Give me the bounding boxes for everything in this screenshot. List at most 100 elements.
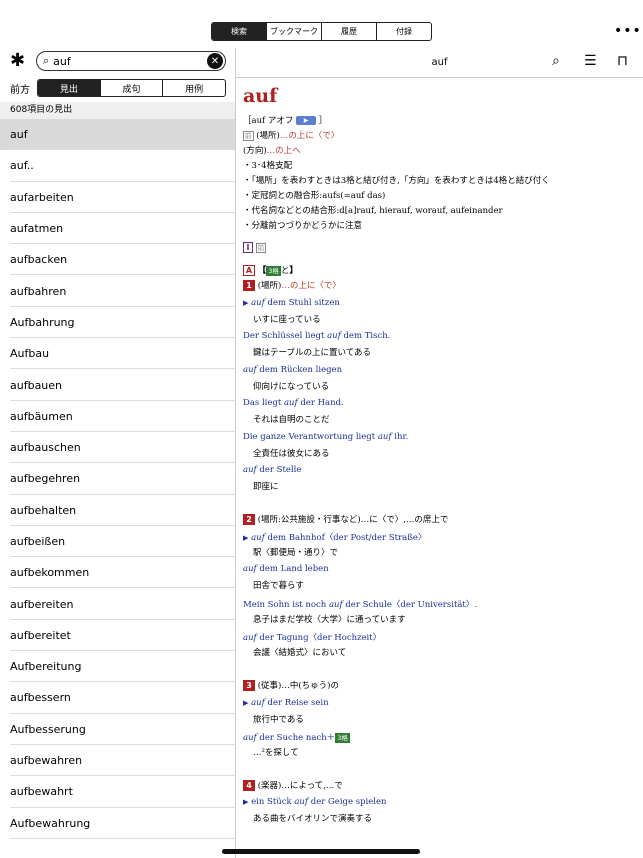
expand-triangle-icon[interactable]: ▶ bbox=[243, 798, 248, 806]
example-translation: 息子はまだ学校〈大学〉に通っています bbox=[253, 614, 406, 625]
list-item[interactable]: aufbereiten bbox=[0, 588, 235, 621]
tab-headwords[interactable]: 見出 bbox=[38, 80, 100, 96]
example-german[interactable]: auf der Stelle bbox=[243, 465, 301, 475]
example-german[interactable]: ▶ ein Stück auf der Geige spielen bbox=[243, 797, 387, 807]
example-post: der Suche nach＋ bbox=[256, 733, 336, 744]
example-translation: 旅行中である bbox=[253, 715, 304, 725]
list-item[interactable]: aufbereitet bbox=[0, 620, 235, 652]
tab-examples[interactable]: 用例 bbox=[162, 80, 225, 96]
definition-line: 前 (場所)…の上に〈で〉 bbox=[243, 129, 339, 141]
list-item[interactable]: aufbauen bbox=[0, 369, 235, 401]
more-options-icon[interactable]: ••• bbox=[614, 24, 642, 38]
home-indicator bbox=[222, 849, 420, 854]
tab-search[interactable]: 検索 bbox=[212, 23, 266, 40]
example-german[interactable]: Das liegt auf der Hand. bbox=[243, 398, 344, 408]
list-item[interactable]: aufbehalten bbox=[0, 495, 235, 527]
list-item[interactable]: Aufbesserung bbox=[0, 714, 235, 746]
sense-text: (場所:公共施設・行事など)…に〈で〉,…の席上で bbox=[257, 515, 449, 525]
list-item[interactable]: aufbäumen bbox=[0, 401, 235, 433]
def-context: (方向) bbox=[243, 146, 267, 156]
example-german[interactable]: Mein Sohn ist noch auf der Schule〈der Un… bbox=[243, 598, 477, 610]
tab-appendix[interactable]: 付録 bbox=[376, 23, 431, 40]
example-keyword: auf bbox=[251, 298, 265, 308]
search-icon: ⌕ bbox=[43, 54, 50, 67]
search-input[interactable]: auf bbox=[53, 55, 71, 68]
example-german[interactable]: ▶ auf der Reise sein bbox=[243, 698, 329, 708]
example-translation: 田舎で暮らす bbox=[253, 581, 304, 592]
list-item[interactable]: aufbauschen bbox=[0, 432, 235, 464]
sense-heading: 2 (場所:公共施設・行事など)…に〈で〉,…の席上で bbox=[243, 513, 448, 525]
result-count: 608項目の見出 bbox=[0, 102, 235, 119]
example-post: der Schule〈der Universität〉. bbox=[342, 599, 478, 610]
example-translation: 鍵はテーブルの上に置いてある bbox=[253, 348, 371, 359]
example-keyword: auf bbox=[328, 599, 343, 610]
roman-numeral-badge: I bbox=[243, 242, 253, 253]
sense-number: 2 bbox=[243, 514, 255, 525]
example-keyword: auf bbox=[251, 698, 265, 708]
example-pre: Mein Sohn ist noch bbox=[243, 599, 329, 610]
expand-triangle-icon[interactable]: ▶ bbox=[243, 534, 248, 542]
tab-history[interactable]: 履歴 bbox=[321, 23, 376, 40]
list-item[interactable]: aufbessern bbox=[0, 682, 235, 714]
example-translation: ある曲をバイオリンで演奏する bbox=[253, 814, 373, 824]
list-item[interactable]: auf bbox=[0, 119, 235, 151]
list-item[interactable]: aufarbeiten bbox=[0, 182, 235, 214]
list-item[interactable]: aufbahren bbox=[0, 275, 235, 308]
usage-note: ・定冠詞との融合形:aufs(=auf das) bbox=[243, 191, 386, 201]
example-post: dem Stuhl sitzen bbox=[264, 298, 340, 308]
search-field[interactable]: ⌕ auf ✕ bbox=[36, 51, 226, 71]
list-item[interactable]: aufbacken bbox=[0, 244, 235, 276]
example-translation: それは自明のことだ bbox=[253, 415, 330, 426]
example-german[interactable]: auf dem Rücken liegen bbox=[243, 365, 342, 375]
def-meaning: …の上へ bbox=[266, 146, 301, 156]
list-item[interactable]: Aufbereitung bbox=[0, 651, 235, 683]
example-post: dem Tisch. bbox=[340, 331, 391, 342]
list-item[interactable]: Aufbewahrung bbox=[0, 808, 235, 840]
example-german[interactable]: Der Schlüssel liegt auf dem Tisch. bbox=[243, 331, 390, 341]
example-pre: ein Stück bbox=[251, 797, 295, 807]
sense-meaning: …の上に〈で〉 bbox=[281, 281, 341, 291]
example-german[interactable]: ▶ auf dem Stuhl sitzen bbox=[243, 298, 340, 308]
example-german[interactable]: auf der Tagung〈der Hochzeit〉 bbox=[243, 631, 381, 643]
def-meaning: …の上に〈で〉 bbox=[279, 131, 340, 141]
list-item[interactable]: aufbewahrt bbox=[0, 776, 235, 808]
search-mode-label[interactable]: 前方 bbox=[10, 81, 30, 96]
list-item[interactable]: aufbekommen bbox=[0, 557, 235, 589]
expand-triangle-icon[interactable]: ▶ bbox=[243, 299, 248, 307]
search-icon[interactable]: ⌕ bbox=[552, 53, 560, 69]
sense-text: (従事)…中(ちゅう)の bbox=[257, 681, 339, 691]
list-item[interactable]: Aufbahrung bbox=[0, 307, 235, 339]
list-item[interactable]: Aufbau bbox=[0, 338, 235, 370]
clear-icon[interactable]: ✕ bbox=[207, 53, 223, 69]
example-german[interactable]: auf dem Land leben bbox=[243, 564, 329, 574]
definition-line: (方向)…の上へ bbox=[243, 144, 301, 156]
example-pre: Der Schlüssel liegt bbox=[243, 331, 328, 342]
example-pre: Das liegt bbox=[243, 398, 284, 409]
menu-icon[interactable]: ☰ bbox=[584, 53, 597, 69]
case-badge: 3格 bbox=[335, 733, 350, 744]
example-german[interactable]: Die ganze Verantwortung liegt auf ihr. bbox=[243, 432, 408, 442]
sense-heading: 1 (場所)…の上に〈で〉 bbox=[243, 279, 341, 291]
list-item[interactable]: aufatmen bbox=[0, 213, 235, 245]
list-item[interactable]: auf.. bbox=[0, 150, 235, 182]
headword: auf bbox=[243, 85, 278, 107]
list-item[interactable]: aufbeißen bbox=[0, 526, 235, 558]
tab-phrases[interactable]: 成句 bbox=[99, 80, 163, 96]
example-translation: 全責任は彼女にある bbox=[253, 448, 330, 459]
example-post: der Hand. bbox=[297, 398, 344, 409]
usage-note: ・代名詞などとの結合形:d[a]rauf, hierauf, worauf, a… bbox=[243, 206, 503, 216]
example-german[interactable]: ▶ auf dem Bahnhof〈der Post/der Straße〉 bbox=[243, 531, 426, 543]
case-badge: 3格 bbox=[266, 266, 281, 276]
bookmark-icon[interactable]: ⊓ bbox=[617, 53, 628, 69]
expand-triangle-icon[interactable]: ▶ bbox=[243, 699, 248, 707]
example-german[interactable]: auf der Suche nach＋ 3格 bbox=[243, 731, 350, 744]
example-keyword: auf bbox=[283, 398, 298, 409]
list-item[interactable]: aufbegehren bbox=[0, 463, 235, 495]
play-audio-button[interactable]: ▶ bbox=[296, 116, 317, 125]
list-item[interactable]: aufbewahren bbox=[0, 745, 235, 777]
example-keyword: auf bbox=[377, 431, 392, 442]
pos-tag: 前 bbox=[243, 131, 254, 141]
tab-bookmarks[interactable]: ブックマーク bbox=[266, 23, 321, 40]
example-post: dem Land leben bbox=[256, 564, 329, 575]
asterisk-icon[interactable]: ✱ bbox=[10, 52, 25, 70]
